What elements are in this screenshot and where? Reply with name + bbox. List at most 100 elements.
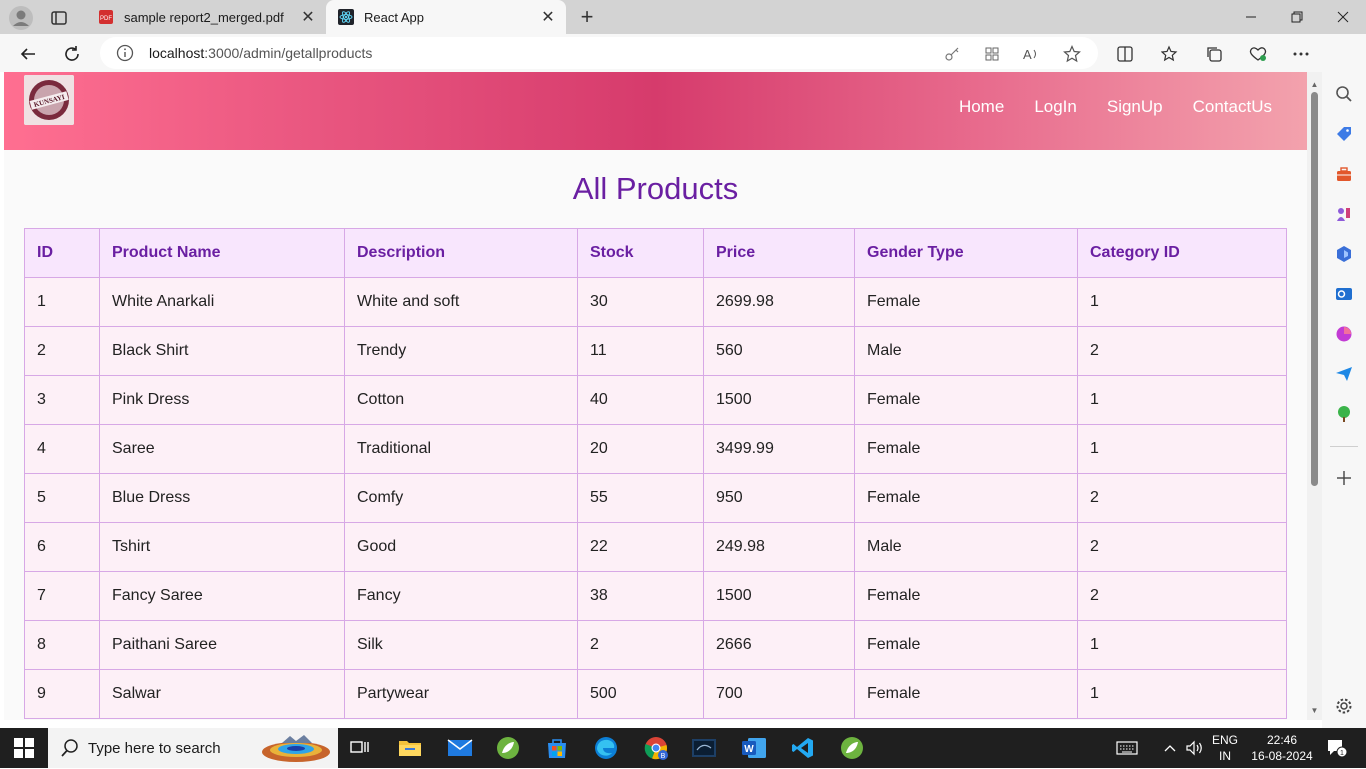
tab-react-app[interactable]: React App ✕ <box>326 0 566 34</box>
clock[interactable]: 22:46 16-08-2024 <box>1250 732 1314 764</box>
cell-description: Cotton <box>344 375 578 425</box>
cell-id: 1 <box>24 277 100 327</box>
cell-price: 2699.98 <box>703 277 855 327</box>
cell-stock: 30 <box>577 277 704 327</box>
nav-home[interactable]: Home <box>959 97 1004 117</box>
tab-title: React App <box>364 9 424 25</box>
volume-icon[interactable] <box>1184 728 1206 768</box>
new-tab-icon[interactable]: + <box>574 4 600 30</box>
spring-tools-icon[interactable] <box>494 734 522 762</box>
microsoft-store-icon[interactable] <box>543 734 571 762</box>
cell-gender-type: Female <box>854 620 1078 670</box>
cell-gender-type: Female <box>854 473 1078 523</box>
add-icon[interactable] <box>1334 468 1354 488</box>
profile-icon[interactable] <box>8 5 34 31</box>
favorites-icon[interactable] <box>1159 43 1181 65</box>
cell-product-name: Saree <box>99 424 345 474</box>
spring-boot-icon[interactable] <box>838 734 866 762</box>
scroll-down-icon[interactable]: ▼ <box>1310 706 1319 715</box>
task-view-icon[interactable] <box>346 734 374 762</box>
outlook-icon[interactable] <box>1334 284 1354 304</box>
mysql-workbench-icon[interactable] <box>690 734 718 762</box>
nav-contactus[interactable]: ContactUs <box>1193 97 1272 117</box>
cell-id: 4 <box>24 424 100 474</box>
edge-browser-icon[interactable] <box>592 734 620 762</box>
games-icon[interactable] <box>1334 204 1354 224</box>
notifications-icon[interactable]: 1 <box>1322 728 1352 768</box>
cell-stock: 38 <box>577 571 704 621</box>
url-field[interactable]: localhost:3000/admin/getallproducts A <box>100 37 1098 69</box>
windows-taskbar: Type here to search B W ENG IN 22:46 16-… <box>0 728 1366 768</box>
read-aloud-icon[interactable]: A <box>1022 44 1042 64</box>
info-icon[interactable] <box>116 44 134 62</box>
tree-icon[interactable] <box>1334 404 1354 424</box>
cell-id: 7 <box>24 571 100 621</box>
cell-product-name: Salwar <box>99 669 345 719</box>
cell-product-name: Paithani Saree <box>99 620 345 670</box>
split-screen-icon[interactable] <box>1114 43 1136 65</box>
keyboard-icon[interactable] <box>1112 728 1142 768</box>
tools-icon[interactable] <box>1334 164 1354 184</box>
cell-stock: 500 <box>577 669 704 719</box>
collections-icon[interactable] <box>1203 43 1225 65</box>
tab-pdf[interactable]: PDF sample report2_merged.pdf ✕ <box>86 0 326 34</box>
language-indicator[interactable]: ENG IN <box>1208 728 1242 768</box>
cell-category-id: 2 <box>1077 326 1287 376</box>
site-logo[interactable]: KUNSAYI <box>24 75 74 125</box>
back-icon[interactable] <box>14 40 42 68</box>
page-scrollbar[interactable]: ▲ ▼ <box>1307 72 1322 720</box>
table-body: 1 White Anarkali White and soft 30 2699.98 Fe… <box>24 277 1287 719</box>
cell-id: 9 <box>24 669 100 719</box>
tab-title: sample report2_merged.pdf <box>124 9 284 25</box>
vscode-icon[interactable] <box>789 734 817 762</box>
col-header-category-id: Category ID <box>1077 228 1287 278</box>
table-header-row: ID Product Name Description Stock Price … <box>24 228 1287 278</box>
cell-category-id: 1 <box>1077 277 1287 327</box>
more-icon[interactable] <box>1290 43 1312 65</box>
table-row: 6 Tshirt Good 22 249.98 Male 2 <box>24 522 1287 572</box>
word-icon[interactable]: W <box>740 734 768 762</box>
table-row: 7 Fancy Saree Fancy 38 1500 Female 2 <box>24 571 1287 621</box>
minimize-icon[interactable] <box>1228 0 1274 34</box>
cell-gender-type: Male <box>854 522 1078 572</box>
taskbar-search[interactable]: Type here to search <box>48 728 338 768</box>
scroll-up-icon[interactable]: ▲ <box>1310 80 1319 89</box>
favorite-star-icon[interactable] <box>1062 44 1082 64</box>
cell-id: 6 <box>24 522 100 572</box>
table-row: 4 Saree Traditional 20 3499.99 Female 1 <box>24 424 1287 474</box>
copilot-designer-icon[interactable] <box>1334 324 1354 344</box>
cell-price: 3499.99 <box>703 424 855 474</box>
chrome-icon[interactable]: B <box>642 734 670 762</box>
nav-signup[interactable]: SignUp <box>1107 97 1163 117</box>
close-tab-icon[interactable]: ✕ <box>536 5 560 29</box>
cell-product-name: Fancy Saree <box>99 571 345 621</box>
notification-count: 1 <box>1340 750 1344 757</box>
svg-text:W: W <box>744 744 754 755</box>
settings-gear-icon[interactable] <box>1334 696 1354 716</box>
cell-description: Silk <box>344 620 578 670</box>
pdf-icon: PDF <box>98 9 114 25</box>
close-tab-icon[interactable]: ✕ <box>296 5 320 29</box>
nav-login[interactable]: LogIn <box>1034 97 1077 117</box>
cell-stock: 22 <box>577 522 704 572</box>
mail-icon[interactable] <box>446 734 474 762</box>
key-icon[interactable] <box>942 44 962 64</box>
restore-icon[interactable] <box>1274 0 1320 34</box>
send-icon[interactable] <box>1334 364 1354 384</box>
table-row: 5 Blue Dress Comfy 55 950 Female 2 <box>24 473 1287 523</box>
windows-start-icon[interactable] <box>14 738 34 758</box>
close-window-icon[interactable] <box>1320 0 1366 34</box>
browser-essentials-icon[interactable] <box>1247 43 1269 65</box>
chevron-up-icon[interactable] <box>1160 728 1180 768</box>
cell-gender-type: Female <box>854 669 1078 719</box>
tab-actions-icon[interactable] <box>46 5 72 31</box>
scroll-thumb[interactable] <box>1311 92 1318 486</box>
file-explorer-icon[interactable] <box>396 734 424 762</box>
search-icon[interactable] <box>1334 84 1354 104</box>
microsoft-365-icon[interactable] <box>1334 244 1354 264</box>
refresh-icon[interactable] <box>58 40 86 68</box>
apps-icon[interactable] <box>982 44 1002 64</box>
shopping-tag-icon[interactable] <box>1334 124 1354 144</box>
col-header-product-name: Product Name <box>99 228 345 278</box>
cell-stock: 55 <box>577 473 704 523</box>
